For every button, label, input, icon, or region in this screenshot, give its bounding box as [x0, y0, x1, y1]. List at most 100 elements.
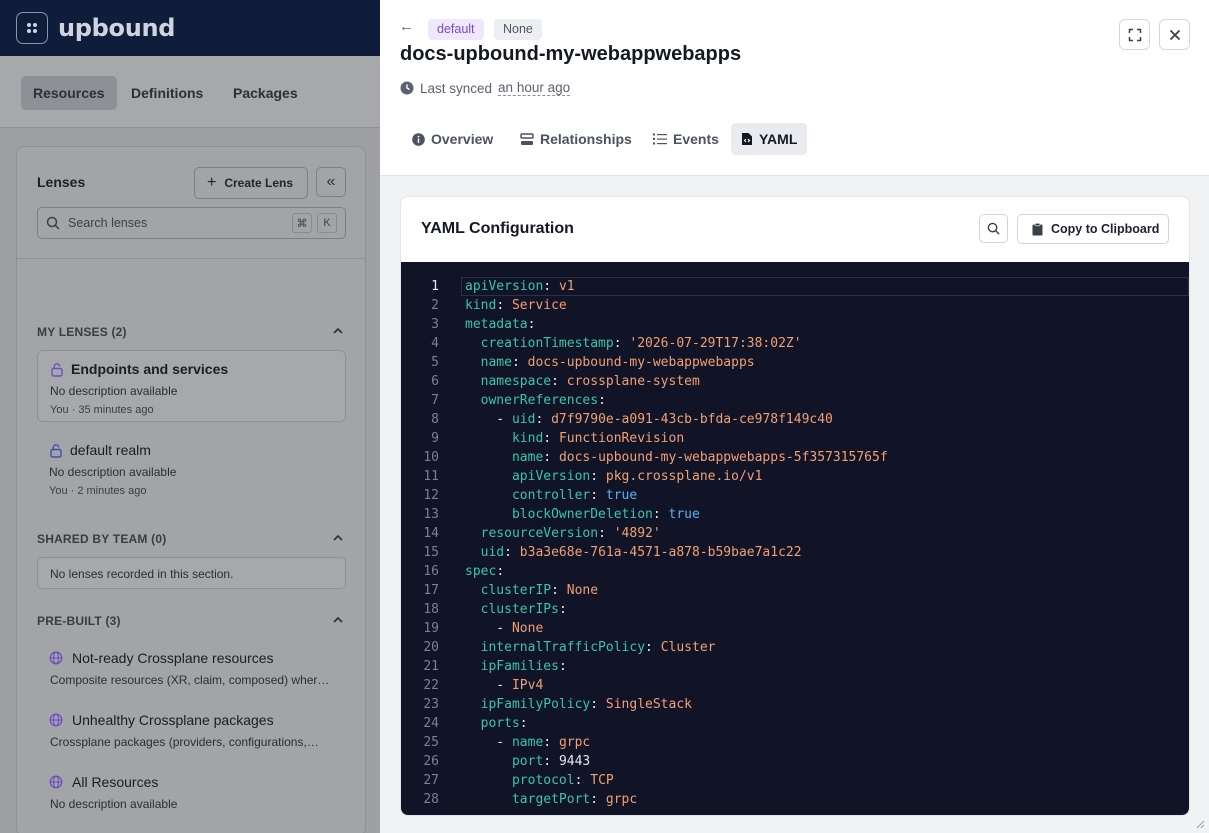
line-number: 5	[431, 355, 439, 370]
close-icon	[1169, 29, 1180, 40]
nav-tab-packages[interactable]: Packages	[221, 76, 310, 110]
copy-to-clipboard-button[interactable]: Copy to Clipboard	[1017, 214, 1169, 244]
pre-built-header[interactable]: PRE-BUILT (3)	[37, 614, 121, 628]
lens-title: Not-ready Crossplane resources	[72, 650, 274, 666]
chevron-up-icon[interactable]	[331, 613, 345, 627]
info-icon	[412, 132, 425, 146]
nav-tab-resources[interactable]: Resources	[21, 76, 117, 110]
status-badge: None	[494, 19, 542, 40]
yaml-key: internalTrafficPolicy	[480, 640, 646, 655]
code-text: clusterIP: None	[480, 583, 599, 598]
code-line: 22 - IPv4	[401, 676, 1189, 695]
tab-yaml[interactable]: YAML	[731, 123, 808, 155]
search-placeholder: Search lenses	[68, 216, 148, 230]
code-line: 6 namespace: crossplane-system	[401, 372, 1189, 391]
yaml-value: b3a3e68e-761a-4571-a878-b59bae7a1c22	[519, 545, 802, 560]
app-menu-button[interactable]	[16, 12, 48, 44]
yaml-value: None	[566, 583, 599, 598]
yaml-key: uid	[511, 412, 536, 427]
lens-title: Unhealthy Crossplane packages	[72, 712, 274, 728]
code-text: ownerReferences:	[480, 393, 606, 408]
yaml-key: targetPort	[511, 792, 591, 807]
code-text: ports:	[480, 716, 528, 731]
expand-icon	[1128, 28, 1141, 41]
yaml-value: grpc	[558, 735, 591, 750]
yaml-key: creationTimestamp	[480, 336, 614, 351]
tab-events[interactable]: Events	[643, 123, 729, 155]
line-number: 3	[431, 317, 439, 332]
code-line: 14 resourceVersion: '4892'	[401, 524, 1189, 543]
lock-icon	[51, 363, 63, 377]
resource-title: docs-upbound-my-webappwebapps	[400, 43, 742, 65]
create-lens-button[interactable]: + Create Lens	[194, 167, 308, 199]
globe-icon	[49, 775, 63, 789]
code-text: uid: b3a3e68e-761a-4571-a878-b59bae7a1c2…	[480, 545, 802, 560]
lens-card-unhealthy-packages[interactable]: Unhealthy Crossplane packages Crossplane…	[37, 703, 346, 755]
line-number: 15	[423, 545, 439, 560]
lens-card-default-realm[interactable]: default realm No description available Y…	[37, 432, 346, 504]
yaml-key: name	[480, 355, 512, 370]
shared-by-team-header[interactable]: SHARED BY TEAM (0)	[37, 532, 166, 546]
my-lenses-header[interactable]: MY LENSES (2)	[37, 325, 127, 339]
line-number: 9	[431, 431, 439, 446]
line-number: 24	[423, 716, 439, 731]
code-text: name: docs-upbound-my-webappwebapps-5f35…	[511, 450, 888, 465]
chevron-up-icon[interactable]	[331, 324, 345, 338]
yaml-value: FunctionRevision	[558, 431, 685, 446]
code-line: 11 apiVersion: pkg.crossplane.io/v1	[401, 467, 1189, 486]
yaml-value: TCP	[590, 773, 614, 788]
search-yaml-button[interactable]	[979, 214, 1008, 243]
code-line: 7 ownerReferences:	[401, 391, 1189, 410]
lens-card-not-ready[interactable]: Not-ready Crossplane resources Composite…	[37, 641, 346, 693]
search-lenses-input[interactable]: Search lenses ⌘ K	[37, 207, 346, 239]
upbound-logo[interactable]: upbound	[58, 14, 175, 42]
chevron-up-icon[interactable]	[331, 531, 345, 545]
yaml-key: port	[511, 754, 544, 769]
line-number: 8	[431, 412, 439, 427]
yaml-key: ipFamilyPolicy	[480, 697, 591, 712]
synced-time[interactable]: an hour ago	[498, 80, 571, 96]
code-text: clusterIPs:	[480, 602, 567, 617]
line-number: 17	[423, 583, 439, 598]
tab-overview[interactable]: Overview	[402, 123, 503, 155]
yaml-value: pkg.crossplane.io/v1	[605, 469, 763, 484]
code-text: targetPort: grpc	[511, 792, 638, 807]
drawer-header: ← default None docs-upbound-my-webappweb…	[380, 0, 1209, 176]
lens-card-endpoints[interactable]: Endpoints and services No description av…	[37, 350, 346, 422]
code-text: creationTimestamp: '2026-07-29T17:38:02Z…	[480, 336, 802, 351]
yaml-key: kind	[511, 431, 544, 446]
line-number: 6	[431, 374, 439, 389]
yaml-configuration-card: YAML Configuration Copy to Clipboard 1 ap…	[400, 196, 1190, 816]
yaml-value: Service	[511, 298, 567, 313]
yaml-key: uid	[480, 545, 505, 560]
line-number: 1	[431, 279, 439, 294]
synced-prefix: Last synced	[420, 80, 493, 96]
line-number: 26	[423, 754, 439, 769]
yaml-key: resourceVersion	[480, 526, 599, 541]
lens-title: All Resources	[72, 774, 159, 790]
code-line: 5 name: docs-upbound-my-webappwebapps	[401, 353, 1189, 372]
line-number: 7	[431, 393, 439, 408]
nav-tab-definitions[interactable]: Definitions	[119, 76, 215, 110]
close-button[interactable]	[1159, 19, 1190, 50]
back-arrow-icon[interactable]: ←	[399, 18, 414, 35]
yaml-value: crossplane-system	[566, 374, 700, 389]
resize-handle-icon[interactable]	[1195, 819, 1205, 829]
code-line: 15 uid: b3a3e68e-761a-4571-a878-b59bae7a…	[401, 543, 1189, 562]
tab-relationships[interactable]: Relationships	[510, 123, 642, 155]
yaml-value: grpc	[605, 792, 638, 807]
fullscreen-button[interactable]	[1119, 19, 1150, 50]
collapse-panel-button[interactable]: «	[316, 167, 346, 197]
yaml-value: 9443	[558, 754, 591, 769]
yaml-code-editor[interactable]: 1 apiVersion: v1 2 kind: Service 3 metadata: 4…	[401, 262, 1189, 815]
code-line: 4 creationTimestamp: '2026-07-29T17:38:0…	[401, 334, 1189, 353]
lens-description: No description available	[49, 465, 177, 479]
yaml-value: SingleStack	[605, 697, 692, 712]
line-number: 20	[423, 640, 439, 655]
yaml-title: YAML Configuration	[421, 220, 574, 237]
yaml-value: '4892'	[613, 526, 661, 541]
code-text: ipFamilyPolicy: SingleStack	[480, 697, 692, 712]
code-text: - None	[465, 621, 544, 636]
lens-card-all-resources[interactable]: All Resources No description available	[37, 765, 346, 817]
line-number: 28	[423, 792, 439, 807]
